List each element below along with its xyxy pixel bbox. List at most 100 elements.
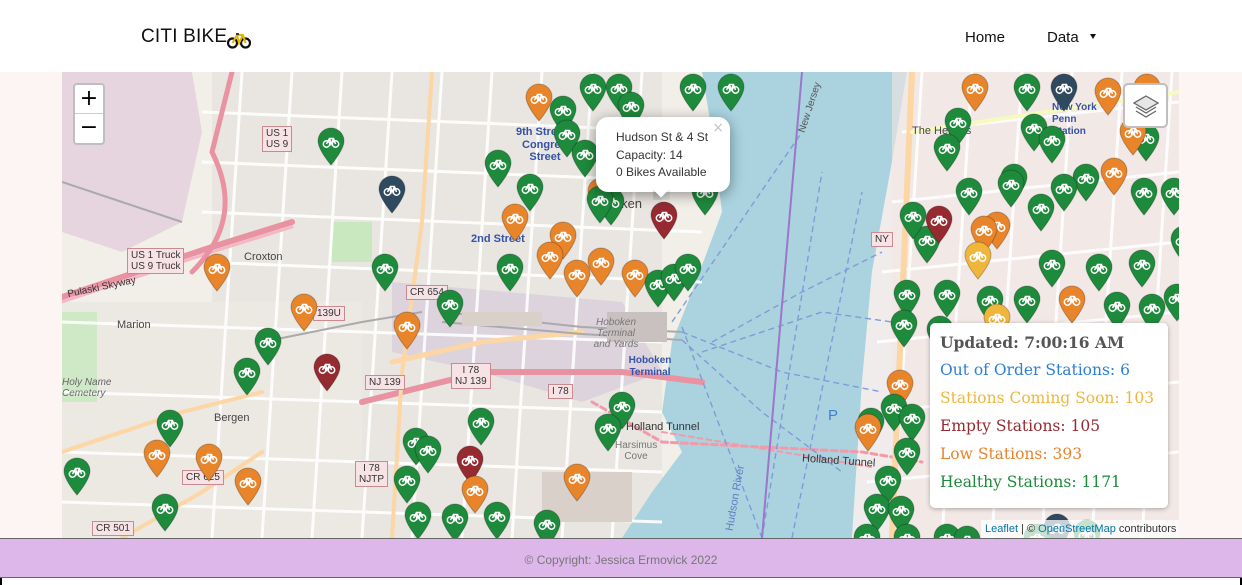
- station-marker[interactable]: [898, 200, 928, 240]
- station-marker[interactable]: [500, 202, 530, 242]
- map-pin-icon: [195, 443, 223, 482]
- station-marker[interactable]: [377, 174, 407, 214]
- popup-station-name: Hudson St & 4 St: [616, 130, 709, 144]
- map-pin-icon: [467, 407, 495, 446]
- station-marker[interactable]: [1093, 76, 1123, 116]
- station-marker[interactable]: [202, 252, 232, 292]
- zoom-in-button[interactable]: +: [75, 85, 103, 114]
- station-marker[interactable]: [932, 132, 962, 172]
- nav-data-dropdown[interactable]: Data: [1047, 29, 1079, 46]
- station-marker[interactable]: [1127, 248, 1157, 288]
- station-marker[interactable]: [1162, 282, 1179, 322]
- osm-link[interactable]: OpenStreetMap: [1038, 523, 1116, 535]
- station-marker[interactable]: [1012, 72, 1042, 112]
- station-marker[interactable]: [232, 356, 262, 396]
- station-marker[interactable]: [495, 252, 525, 292]
- map-pin-icon: [317, 127, 345, 166]
- station-marker[interactable]: [1099, 156, 1129, 196]
- map-pin-icon: [890, 309, 918, 348]
- map-pin-icon: [1160, 177, 1179, 216]
- station-marker[interactable]: [1129, 176, 1159, 216]
- map-label-hoboken-terminal-yards: Hoboken Terminal and Yards: [593, 317, 639, 350]
- station-marker[interactable]: [1159, 176, 1179, 216]
- brand-title[interactable]: CITI BIKE: [141, 26, 227, 48]
- map-pin-icon: [1027, 193, 1055, 232]
- zoom-out-button[interactable]: −: [75, 114, 103, 143]
- station-marker[interactable]: [889, 308, 919, 348]
- station-marker[interactable]: [996, 168, 1026, 208]
- station-marker[interactable]: [1037, 124, 1067, 164]
- station-marker[interactable]: [1037, 248, 1067, 288]
- station-marker[interactable]: [482, 500, 512, 538]
- popup-tip: [653, 190, 670, 200]
- station-marker[interactable]: [562, 462, 592, 502]
- chevron-down-icon[interactable]: [1090, 34, 1096, 39]
- map-pin-icon: [371, 253, 399, 292]
- station-marker[interactable]: [1057, 284, 1087, 324]
- station-marker[interactable]: [483, 148, 513, 188]
- station-marker[interactable]: [316, 126, 346, 166]
- station-marker[interactable]: [562, 258, 592, 298]
- station-marker[interactable]: [370, 252, 400, 292]
- station-marker[interactable]: [853, 412, 883, 452]
- map-pin-icon: [1038, 249, 1066, 288]
- map-pin-icon: [496, 253, 524, 292]
- station-marker[interactable]: [963, 240, 993, 280]
- map-pin-icon: [1058, 285, 1086, 324]
- map-pin-icon: [650, 201, 678, 240]
- close-icon[interactable]: ×: [712, 120, 724, 136]
- station-marker[interactable]: [1169, 224, 1179, 264]
- map-pin-icon: [853, 523, 881, 538]
- station-marker[interactable]: [1012, 284, 1042, 324]
- attribution-separator: | ©: [1018, 523, 1039, 535]
- station-marker[interactable]: [673, 252, 703, 292]
- map-pin-icon: [143, 439, 171, 478]
- map-pin-icon: [854, 413, 882, 452]
- station-marker[interactable]: [403, 500, 433, 538]
- station-marker[interactable]: [466, 406, 496, 446]
- map-pin-icon: [674, 253, 702, 292]
- station-marker[interactable]: [142, 438, 172, 478]
- station-marker[interactable]: [716, 72, 746, 112]
- station-marker[interactable]: [1026, 192, 1056, 232]
- station-map[interactable]: P Hoboken 9th Street Congress Street 2nd…: [62, 72, 1179, 538]
- station-marker[interactable]: [852, 522, 882, 538]
- map-pin-icon: [933, 279, 961, 318]
- station-marker[interactable]: [312, 352, 342, 392]
- station-marker[interactable]: [535, 240, 565, 280]
- map-pin-icon: [233, 357, 261, 396]
- station-marker[interactable]: [62, 456, 92, 496]
- station-marker[interactable]: [1049, 72, 1079, 112]
- map-pin-icon: [1013, 73, 1041, 112]
- popup-capacity: Capacity: 14: [616, 148, 683, 162]
- station-marker[interactable]: [1084, 252, 1114, 292]
- station-marker[interactable]: [892, 522, 922, 538]
- nav-home-link[interactable]: Home: [965, 29, 1005, 46]
- station-marker[interactable]: [532, 508, 562, 538]
- zoom-control: + −: [73, 83, 105, 145]
- map-pin-icon: [1128, 249, 1156, 288]
- station-marker[interactable]: [233, 466, 263, 506]
- station-marker[interactable]: [392, 310, 422, 350]
- station-marker[interactable]: [150, 492, 180, 532]
- layers-control-button[interactable]: [1123, 83, 1168, 128]
- station-marker[interactable]: [435, 288, 465, 328]
- station-marker[interactable]: [952, 524, 982, 538]
- map-pin-icon: [151, 493, 179, 532]
- map-pin-icon: [679, 73, 707, 112]
- map-pin-icon: [1100, 157, 1128, 196]
- station-marker[interactable]: [649, 200, 679, 240]
- station-marker[interactable]: [678, 72, 708, 112]
- shield-ny: NY: [871, 232, 893, 247]
- station-marker[interactable]: [954, 176, 984, 216]
- station-marker[interactable]: [593, 412, 623, 452]
- station-marker[interactable]: [194, 442, 224, 482]
- station-marker[interactable]: [392, 464, 422, 504]
- station-marker[interactable]: [924, 204, 954, 244]
- station-marker[interactable]: [440, 502, 470, 538]
- map-pin-icon: [501, 203, 529, 242]
- station-marker[interactable]: [289, 292, 319, 332]
- leaflet-link[interactable]: Leaflet: [985, 523, 1018, 535]
- map-pin-icon: [378, 175, 406, 214]
- station-marker[interactable]: [932, 278, 962, 318]
